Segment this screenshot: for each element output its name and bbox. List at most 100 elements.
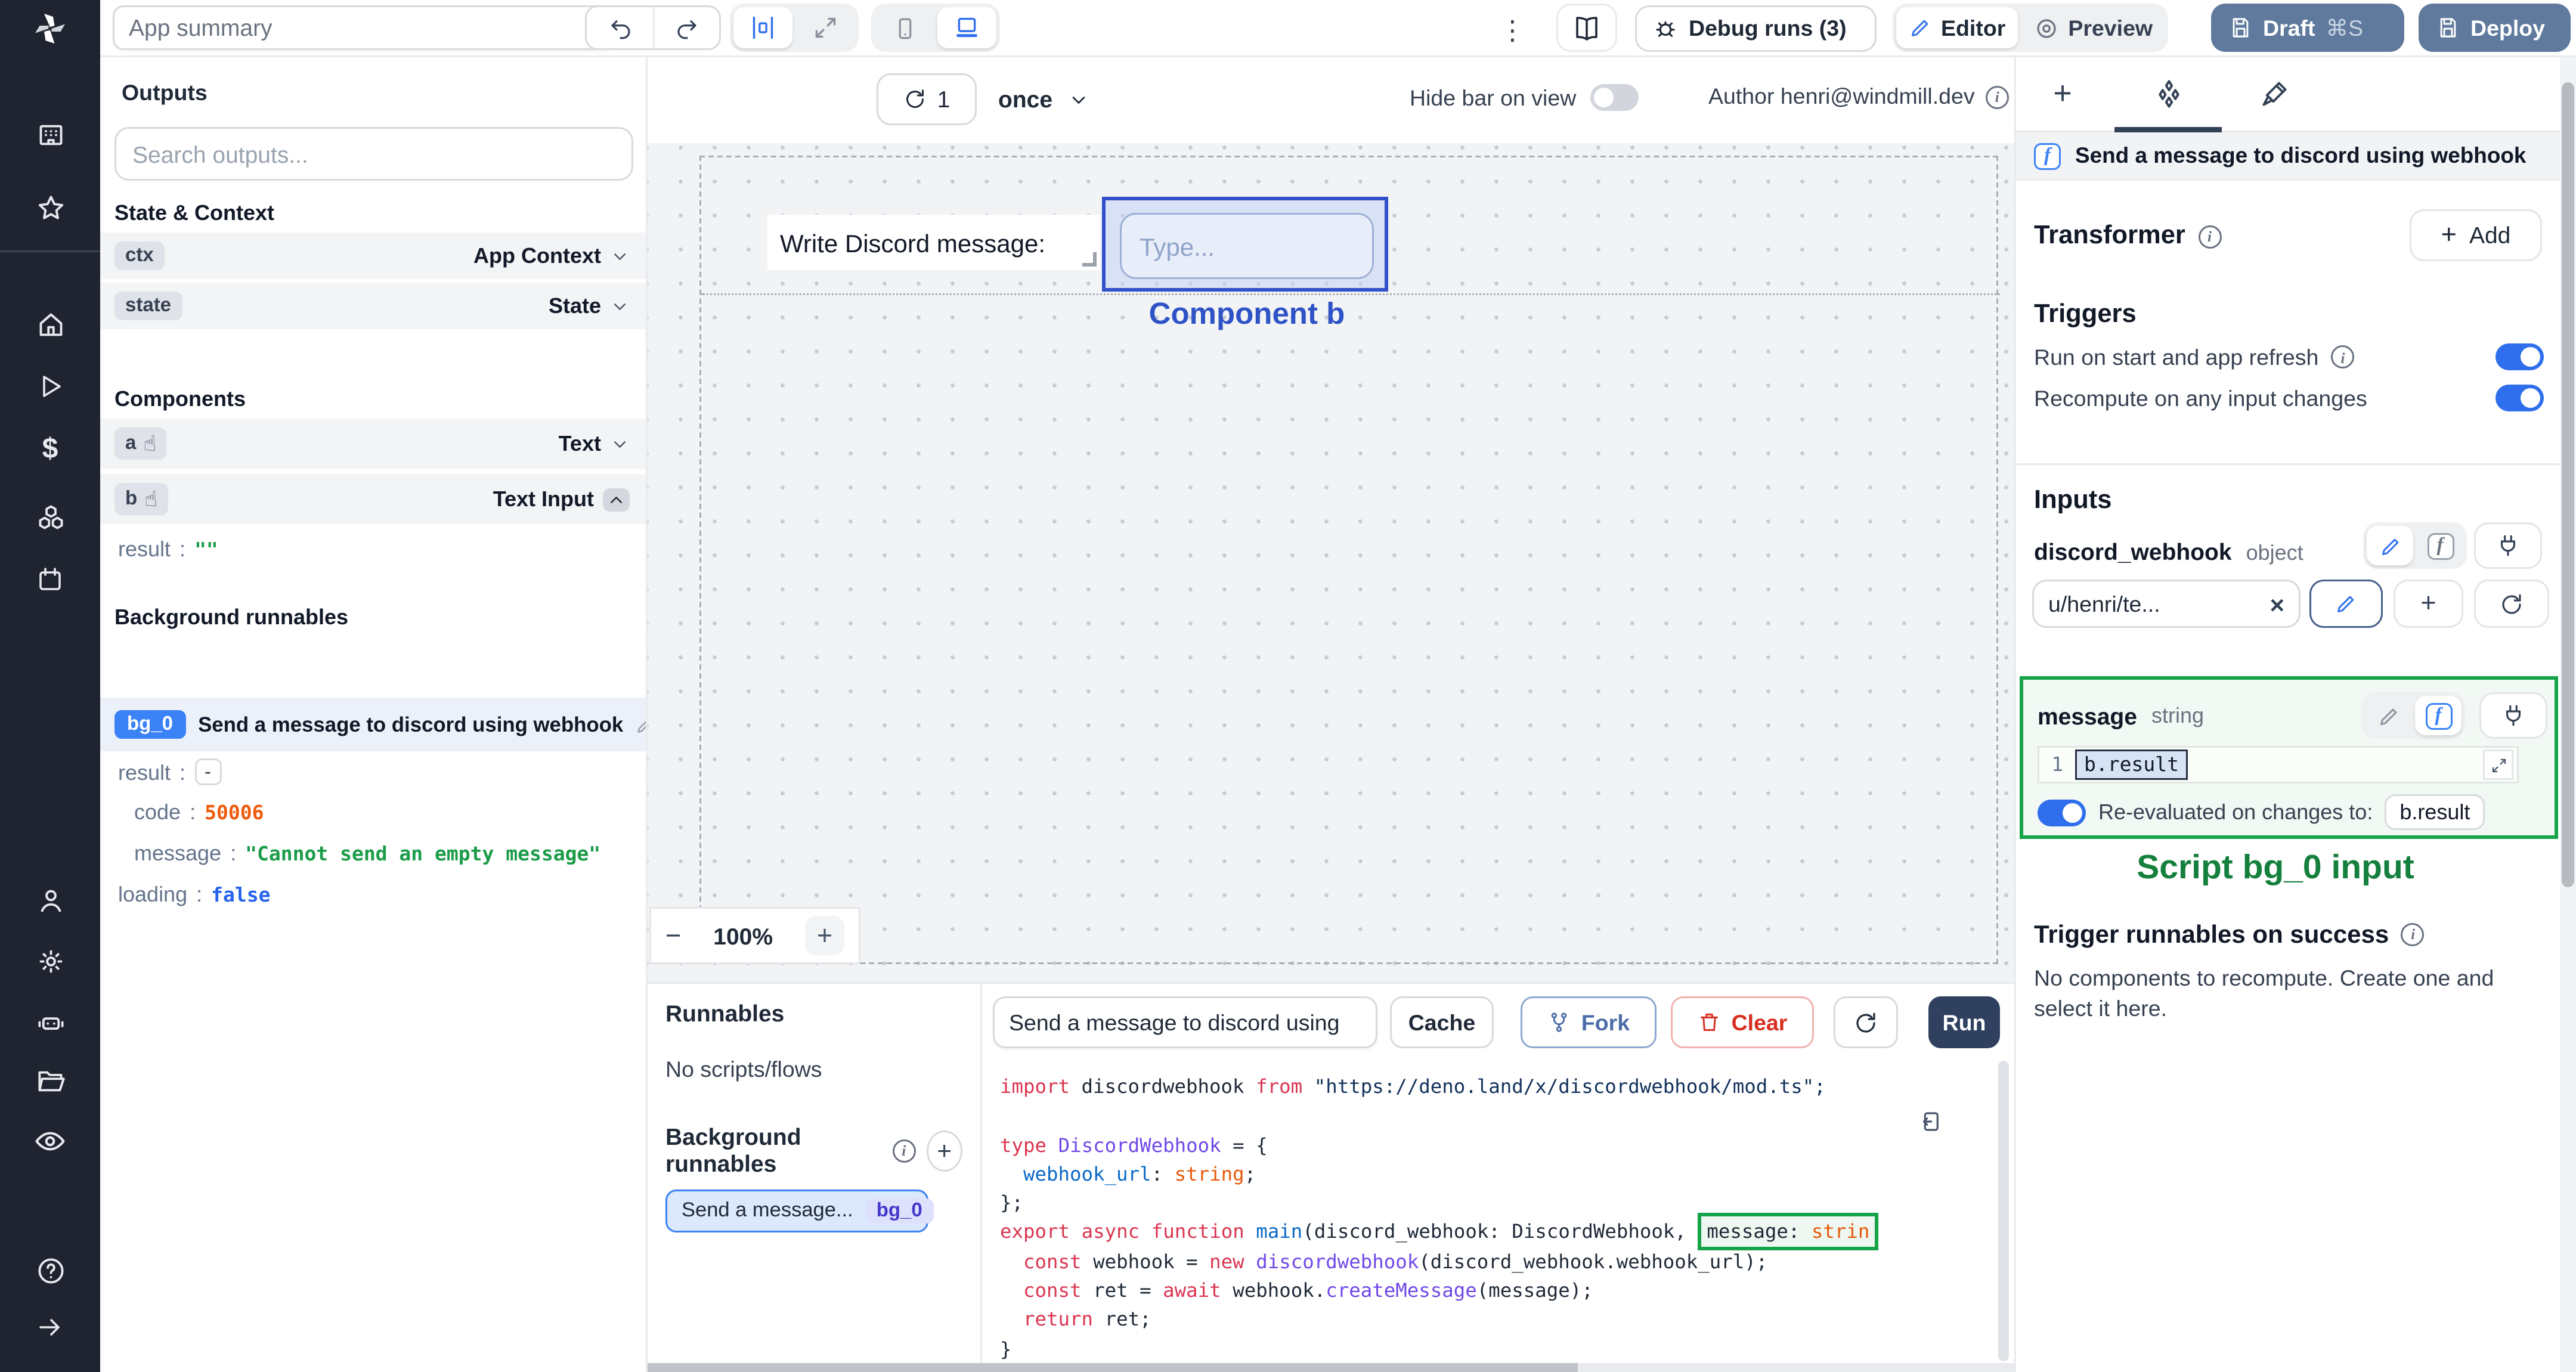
resources-cubes-icon[interactable] [0,497,100,537]
b-result-row[interactable]: result: "" [118,537,218,562]
expression-value[interactable]: b.result [2075,750,2188,780]
deploy-button[interactable]: Deploy [2419,4,2571,52]
no-scripts-label: No scripts/flows [665,1057,822,1082]
info-icon[interactable]: i [2401,922,2425,946]
static-edit-pencil-icon[interactable] [2365,696,2411,735]
tab-preview[interactable]: Preview [2021,7,2165,48]
debug-runs-button[interactable]: Debug runs (3) [1635,5,1877,52]
fork-button[interactable]: Fork [1521,996,1657,1048]
chevron-down-icon[interactable] [610,246,630,266]
connect-plug-icon[interactable] [2474,522,2542,569]
help-icon[interactable] [0,1250,100,1290]
undo-button[interactable] [587,7,653,48]
expr-function-icon[interactable]: f [2417,526,2463,565]
text-component-a[interactable]: Write Discord message: [767,215,1100,270]
component-row-b[interactable]: b ☝ Text Input [100,474,646,524]
folders-icon[interactable] [0,1061,100,1100]
desktop-view-button[interactable] [937,7,996,48]
copy-code-icon[interactable] [1918,1109,1943,1134]
audit-eye-icon[interactable] [0,1122,100,1161]
output-row-ctx[interactable]: ctx App Context [100,233,646,279]
script-name-input[interactable] [993,996,1377,1048]
users-icon[interactable] [0,880,100,919]
zoom-in-button[interactable]: + [805,916,844,955]
background-runnables-title: Background runnables [114,605,349,630]
expression-editor[interactable]: 1 b.result [2038,746,2519,783]
expand-sidebar-arrow-icon[interactable] [0,1308,100,1347]
vertical-scrollbar[interactable] [2560,57,2576,1372]
schedules-calendar-icon[interactable] [0,560,100,599]
app-canvas[interactable]: Write Discord message: Component b − 100… [648,143,2014,982]
interval-select[interactable]: once [998,73,1090,125]
collapse-toggle[interactable]: - [194,758,222,785]
cache-button[interactable]: Cache [1390,996,1494,1048]
tab-styling-brush-icon[interactable] [2252,72,2295,114]
info-icon[interactable]: i [1985,85,2009,109]
redo-button[interactable] [653,7,719,48]
reeval-target-pill[interactable]: b.result [2385,794,2485,830]
refresh-count: 1 [937,86,950,113]
expand-editor-icon[interactable] [2483,750,2513,780]
info-icon[interactable]: i [2197,224,2221,248]
variables-dollar-icon[interactable]: $ [0,431,100,470]
search-outputs-input[interactable] [114,127,633,181]
resource-picker[interactable]: u/henri/te... × [2032,580,2301,628]
connect-plug-icon[interactable] [2479,692,2547,739]
workers-robot-icon[interactable] [0,1002,100,1041]
code-vertical-scrollbar[interactable] [1998,1061,2009,1361]
docs-book-icon[interactable] [1556,4,1617,52]
code-content[interactable]: import discordwebhook from "https://deno… [1000,1073,1993,1365]
fullscreen-layout-button[interactable] [796,7,855,48]
tab-insert-plus-icon[interactable]: + [2041,72,2084,114]
bg0-runnable-item[interactable]: Send a message... bg_0 [665,1190,933,1232]
bg0-output-row[interactable]: bg_0 Send a message to discord using web… [100,698,646,751]
author-row: Author henri@windmill.dev i [1708,84,2009,109]
run-button[interactable]: Run [1928,996,2000,1048]
clear-button[interactable]: Clear [1671,996,1814,1048]
settings-gear-icon[interactable] [0,941,100,980]
zoom-out-button[interactable]: − [665,921,681,951]
add-resource-button[interactable]: + [2394,580,2463,628]
edit-pencil-icon[interactable] [636,715,646,735]
horizontal-scrollbar[interactable] [648,1363,2014,1372]
hide-bar-toggle[interactable] [1590,84,1639,111]
output-row-state[interactable]: state State [100,283,646,329]
centered-layout-button[interactable] [733,7,792,48]
favorites-star-icon[interactable] [0,188,100,227]
tab-settings-components-icon[interactable] [2147,72,2190,114]
chevron-down-icon[interactable] [610,434,630,454]
refresh-count-button[interactable]: 1 [877,73,977,125]
add-transformer-button[interactable]: + Add [2410,209,2542,261]
refresh-code-button[interactable] [1834,996,1898,1048]
draft-shortcut: ⌘S [2326,16,2364,41]
clear-x-icon[interactable]: × [2270,590,2284,618]
component-row-a[interactable]: a ☝ Text [100,419,646,469]
windmill-logo-icon[interactable] [0,0,100,57]
workspace-icon[interactable] [0,114,100,154]
home-icon[interactable] [0,304,100,343]
recompute-toggle[interactable] [2496,385,2544,411]
tab-editor[interactable]: Editor [1896,7,2018,48]
more-menu-icon[interactable]: ⋮ [1499,14,1526,47]
refresh-resource-button[interactable] [2474,580,2549,628]
chevron-up-icon[interactable] [603,487,630,511]
edit-resource-pencil-button[interactable] [2309,580,2383,628]
chevron-down-icon[interactable] [610,296,630,316]
app-summary-input[interactable] [113,5,617,50]
static-edit-pencil-icon[interactable] [2367,526,2413,565]
run-on-start-toggle[interactable] [2496,343,2544,370]
expr-function-icon[interactable]: f [2415,696,2462,735]
mobile-view-button[interactable] [875,7,934,48]
add-bg-runnable-button[interactable]: + [926,1129,962,1171]
reeval-toggle[interactable] [2038,798,2086,826]
pointer-hand-icon[interactable]: ☝ [144,487,157,512]
info-icon[interactable]: i [2331,345,2355,368]
info-icon[interactable]: i [892,1138,916,1162]
runs-play-icon[interactable] [0,367,100,406]
draft-button[interactable]: Draft ⌘S [2211,4,2404,52]
bg0-result-row[interactable]: result: - [118,758,222,785]
preview-eye-icon [2034,16,2059,41]
pointer-hand-icon[interactable]: ☝ [143,431,156,456]
selected-component-b[interactable] [1102,197,1388,292]
text-input-component[interactable] [1120,213,1374,279]
